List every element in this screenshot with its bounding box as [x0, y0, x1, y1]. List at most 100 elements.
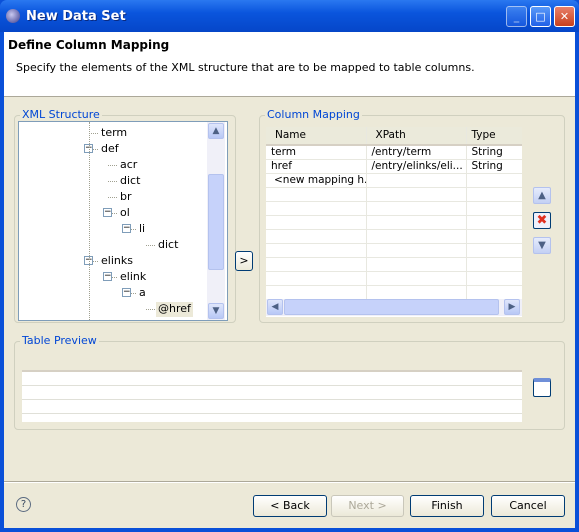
- table-preview-label: Table Preview: [20, 334, 99, 347]
- table-cell[interactable]: [366, 173, 467, 188]
- table-cell[interactable]: [366, 271, 467, 286]
- table-cell[interactable]: term: [266, 145, 367, 160]
- table-cell[interactable]: String: [466, 145, 522, 160]
- tree-connector: [108, 181, 117, 182]
- tree-node-label: acr: [120, 158, 138, 171]
- scroll-right-button[interactable]: ▶: [504, 299, 520, 315]
- column-header-name[interactable]: Name: [266, 127, 367, 146]
- table-cell[interactable]: [466, 173, 522, 188]
- xml-tree[interactable]: term − def acr dict br − ol − li dict − elinks − elink…: [18, 121, 228, 321]
- tree-connector: [108, 197, 117, 198]
- mapping-table[interactable]: Name XPath Type term/entry/term String hre…: [266, 127, 522, 317]
- table-row[interactable]: [266, 201, 522, 216]
- table-cell[interactable]: [366, 257, 467, 272]
- tree-connector: [93, 261, 98, 262]
- add-mapping-button[interactable]: >: [235, 251, 253, 271]
- table-cell[interactable]: [366, 285, 467, 300]
- table-cell[interactable]: String: [466, 159, 522, 174]
- table-cell[interactable]: [466, 271, 522, 286]
- maximize-button[interactable]: □: [530, 6, 551, 27]
- collapse-icon[interactable]: −: [122, 288, 131, 297]
- scroll-thumb[interactable]: [284, 299, 499, 315]
- table-row[interactable]: [266, 257, 522, 272]
- tree-node[interactable]: dict: [19, 237, 207, 253]
- tree-node[interactable]: acr: [19, 157, 207, 173]
- tree-connector: [89, 122, 90, 320]
- preview-table: [22, 370, 522, 422]
- table-row[interactable]: [266, 271, 522, 286]
- table-cell[interactable]: [466, 285, 522, 300]
- tree-node[interactable]: dict: [19, 173, 207, 189]
- show-preview-button[interactable]: [533, 378, 551, 397]
- tree-node[interactable]: @href: [19, 301, 207, 317]
- table-row[interactable]: [266, 187, 522, 202]
- table-cell[interactable]: [266, 215, 367, 230]
- table-row[interactable]: term/entry/term String: [266, 145, 522, 160]
- tree-node[interactable]: − def: [19, 141, 207, 157]
- table-cell[interactable]: [266, 257, 367, 272]
- tree-node[interactable]: term: [19, 125, 207, 141]
- table-cell[interactable]: [366, 187, 467, 202]
- tree-connector: [131, 293, 136, 294]
- finish-button[interactable]: Finish: [410, 495, 484, 517]
- tree-node[interactable]: − li: [19, 221, 207, 237]
- table-cell[interactable]: /entry/elinks/eli...: [366, 159, 467, 174]
- table-cell[interactable]: [466, 257, 522, 272]
- title-bar[interactable]: New Data Set _ □ ✕: [0, 0, 579, 32]
- table-cell[interactable]: [466, 201, 522, 216]
- table-cell[interactable]: [266, 187, 367, 202]
- table-cell[interactable]: [266, 229, 367, 244]
- table-cell[interactable]: [466, 243, 522, 258]
- table-cell[interactable]: [266, 285, 367, 300]
- table-cell[interactable]: [366, 229, 467, 244]
- help-icon[interactable]: ?: [16, 497, 31, 512]
- table-row[interactable]: [266, 229, 522, 244]
- table-row[interactable]: [266, 215, 522, 230]
- cancel-button[interactable]: Cancel: [491, 495, 565, 517]
- tree-connector: [89, 133, 98, 134]
- footer-separator: [4, 481, 575, 483]
- collapse-icon[interactable]: −: [122, 224, 131, 233]
- tree-vertical-scrollbar[interactable]: ▲ ▼: [207, 122, 225, 320]
- tree-node[interactable]: − elink: [19, 269, 207, 285]
- column-header-type[interactable]: Type: [466, 127, 522, 146]
- move-down-button[interactable]: ▼: [533, 237, 551, 254]
- tree-node[interactable]: − a: [19, 285, 207, 301]
- tree-node[interactable]: − ol: [19, 205, 207, 221]
- table-cell[interactable]: [366, 243, 467, 258]
- tree-node[interactable]: − elinks: [19, 253, 207, 269]
- table-cell[interactable]: [266, 243, 367, 258]
- table-cell[interactable]: <new mapping h...: [266, 173, 367, 188]
- scroll-down-button[interactable]: ▼: [208, 303, 224, 319]
- table-cell[interactable]: [266, 201, 367, 216]
- tree-node-label: dict: [120, 174, 141, 187]
- table-row[interactable]: <new mapping h...: [266, 173, 522, 188]
- table-row[interactable]: [266, 243, 522, 258]
- table-cell[interactable]: [466, 229, 522, 244]
- collapse-icon[interactable]: −: [103, 272, 112, 281]
- back-button[interactable]: < Back: [253, 495, 327, 517]
- tree-node[interactable]: br: [19, 189, 207, 205]
- table-cell[interactable]: [266, 271, 367, 286]
- mapping-horizontal-scrollbar[interactable]: ◀ ▶: [266, 299, 522, 316]
- table-cell[interactable]: /entry/term: [366, 145, 467, 160]
- close-button[interactable]: ✕: [554, 6, 575, 27]
- delete-mapping-button[interactable]: ✖: [533, 212, 551, 229]
- table-row[interactable]: [266, 285, 522, 300]
- table-cell[interactable]: [366, 215, 467, 230]
- scroll-thumb[interactable]: [208, 174, 224, 270]
- table-cell[interactable]: [366, 201, 467, 216]
- table-cell[interactable]: [466, 187, 522, 202]
- scroll-left-button[interactable]: ◀: [267, 299, 283, 315]
- minimize-button[interactable]: _: [506, 6, 527, 27]
- column-mapping-label: Column Mapping: [265, 108, 362, 121]
- tree-connector: [146, 309, 155, 310]
- scroll-up-button[interactable]: ▲: [208, 123, 224, 139]
- move-up-button[interactable]: ▲: [533, 187, 551, 204]
- next-button[interactable]: Next >: [331, 495, 404, 517]
- table-cell[interactable]: href: [266, 159, 367, 174]
- collapse-icon[interactable]: −: [103, 208, 112, 217]
- table-cell[interactable]: [466, 215, 522, 230]
- column-header-xpath[interactable]: XPath: [366, 127, 467, 146]
- table-row[interactable]: href/entry/elinks/eli... String: [266, 159, 522, 174]
